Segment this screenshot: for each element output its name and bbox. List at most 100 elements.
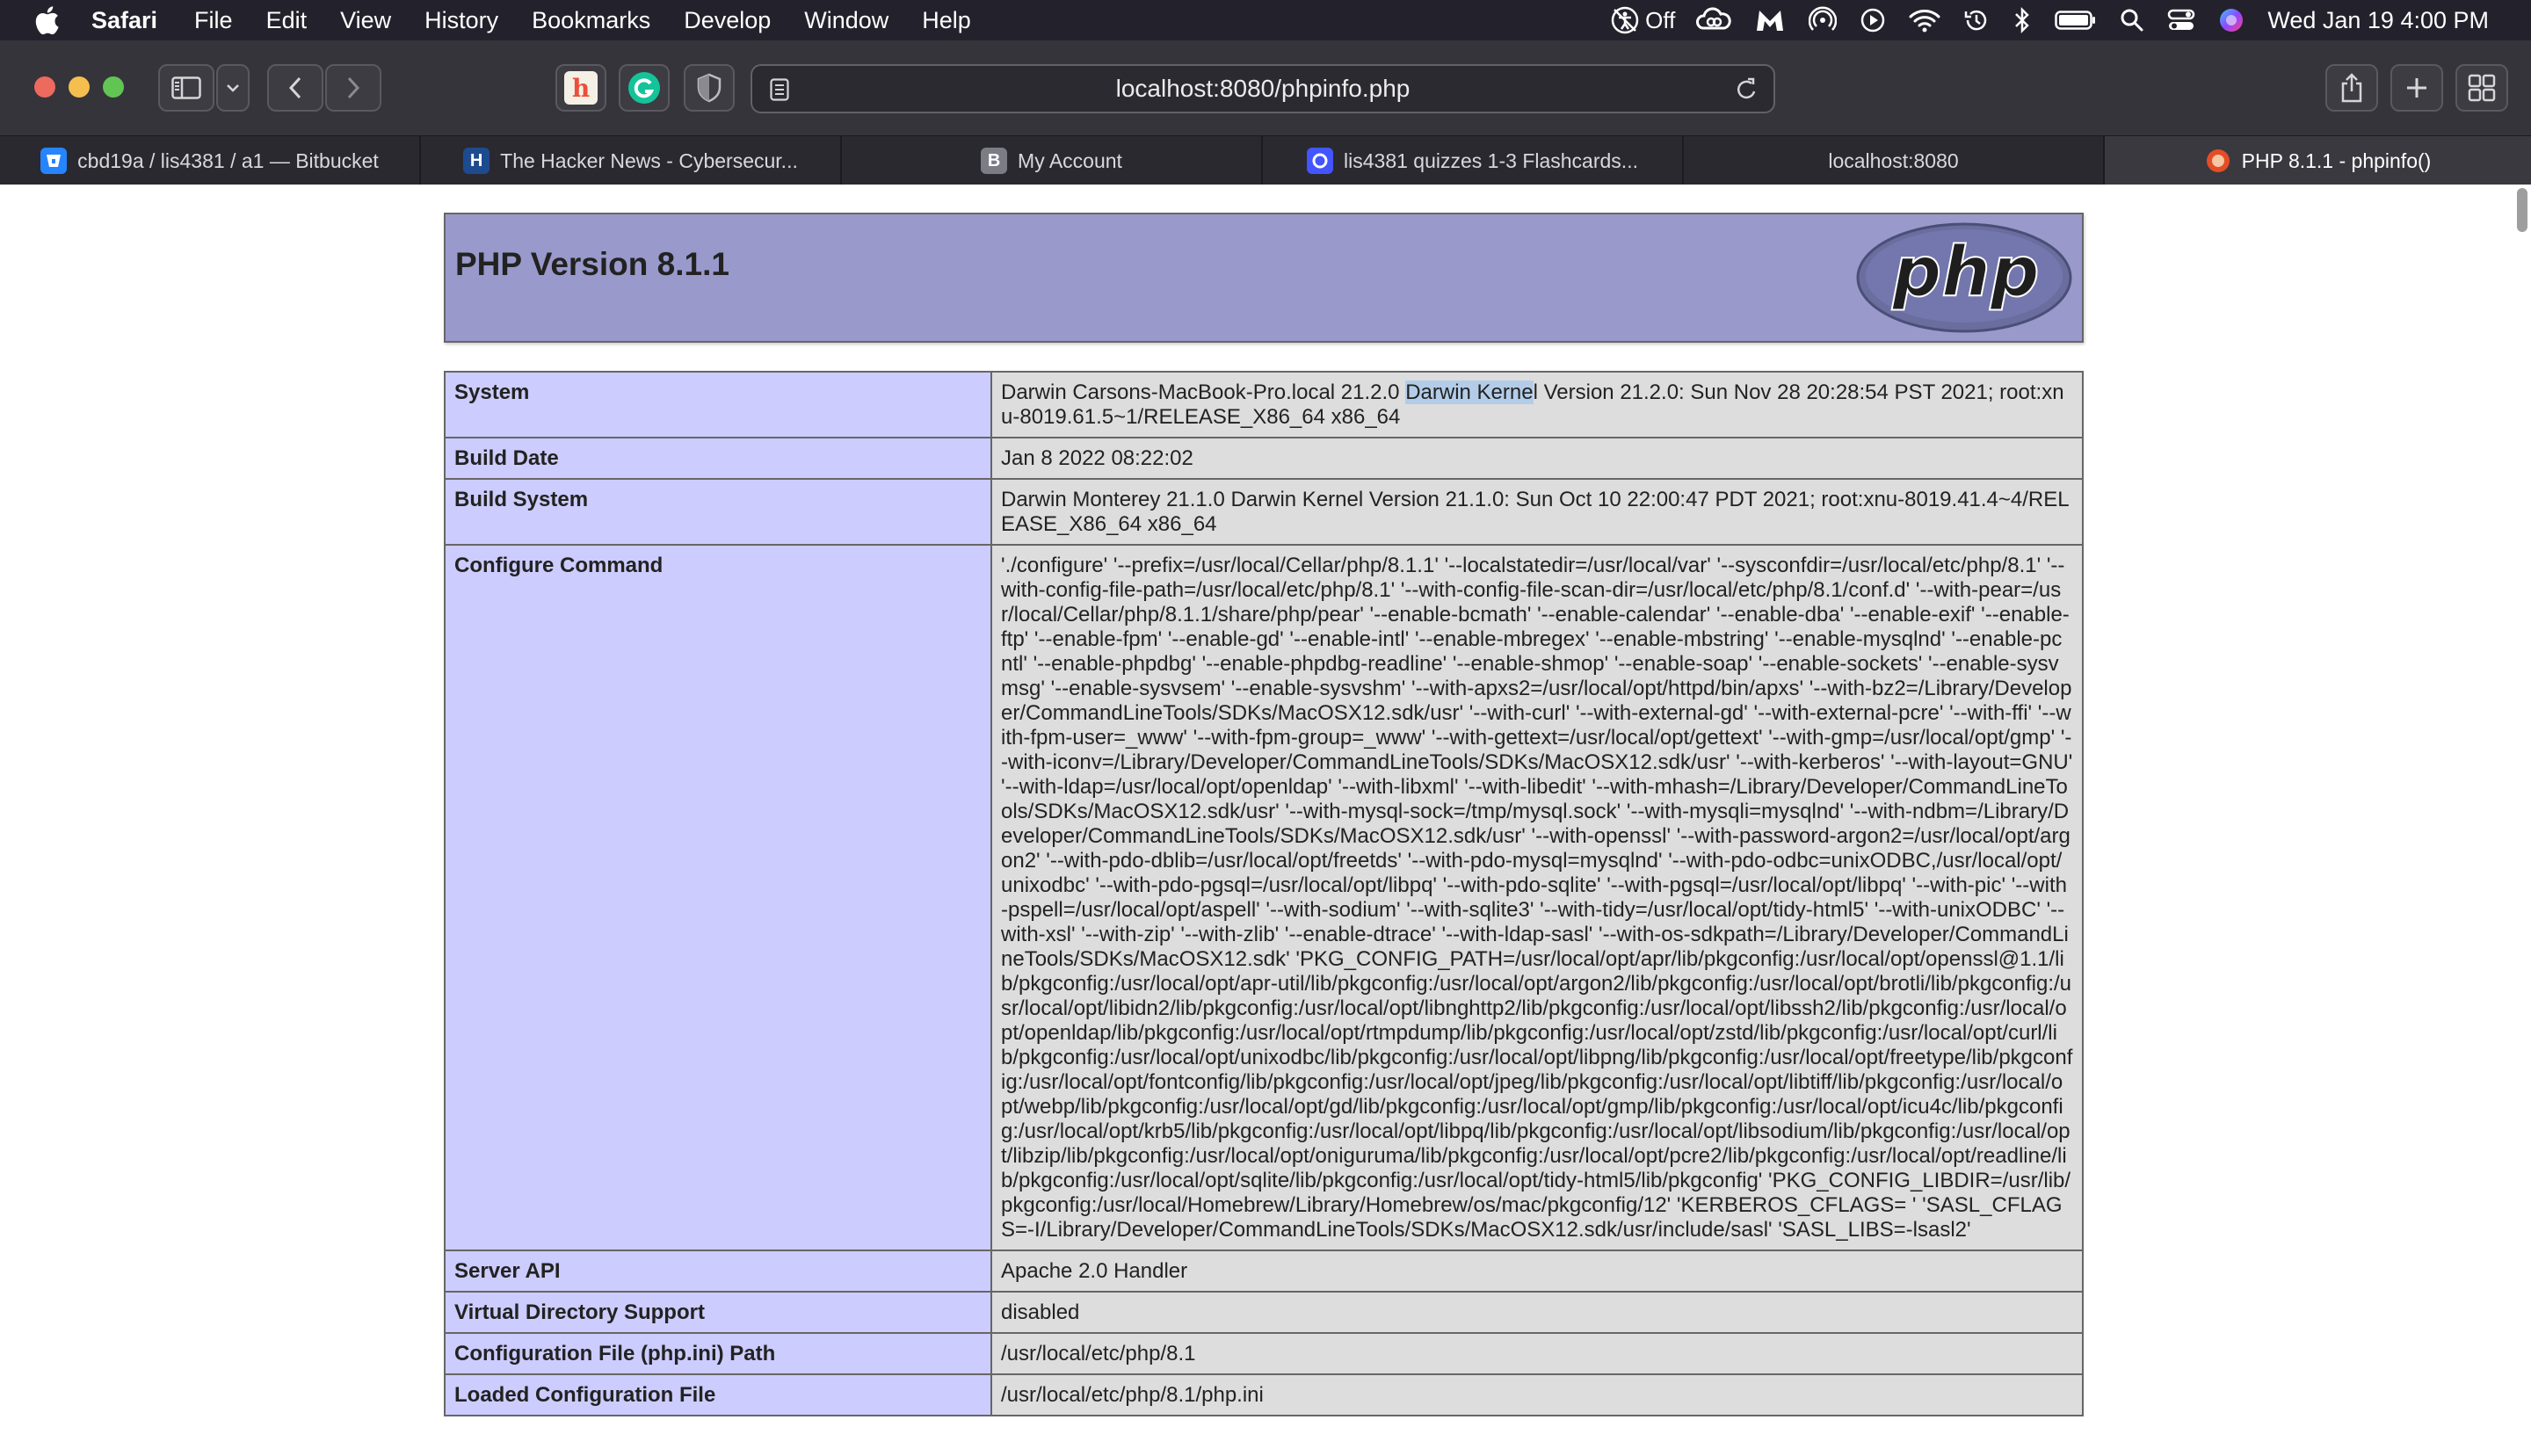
tab-quizlet[interactable]: lis4381 quizzes 1-3 Flashcards...: [1263, 136, 1684, 185]
row-value: Apache 2.0 Handler: [990, 1250, 2084, 1293]
tab-overview-button[interactable]: [2455, 64, 2508, 112]
svg-text:h: h: [572, 74, 590, 103]
menu-edit[interactable]: Edit: [266, 7, 308, 34]
menu-file[interactable]: File: [194, 7, 233, 34]
creative-cloud-icon[interactable]: [1696, 7, 1732, 33]
macos-menu-bar: Safari File Edit View History Bookmarks …: [0, 0, 2531, 40]
safari-toolbar: h localhost:8080/phpinfo.php: [0, 40, 2531, 135]
row-value: Darwin Carsons-MacBook-Pro.local 21.2.0 …: [990, 371, 2084, 438]
table-row: Virtual Directory Support disabled: [444, 1291, 2084, 1334]
siri-icon[interactable]: [2218, 7, 2245, 33]
tab-label: The Hacker News - Cybersecur...: [500, 148, 798, 172]
table-row: Configure Command './configure' '--prefi…: [444, 544, 2084, 1251]
table-row: Server API Apache 2.0 Handler: [444, 1250, 2084, 1293]
vertical-scrollbar[interactable]: [2517, 188, 2527, 232]
chevron-down-icon: [227, 84, 239, 92]
now-playing-icon[interactable]: [1860, 7, 1886, 33]
tab-label: localhost:8080: [1828, 148, 1959, 172]
row-value: Darwin Monterey 21.1.0 Darwin Kernel Ver…: [990, 478, 2084, 546]
control-center-icon[interactable]: [2167, 7, 2195, 33]
table-row: Loaded Configuration File /usr/local/etc…: [444, 1373, 2084, 1416]
minimize-window-button[interactable]: [69, 76, 90, 98]
honey-extension-button[interactable]: h: [555, 64, 606, 112]
share-button[interactable]: [2325, 64, 2378, 112]
web-page-viewport[interactable]: PHP Version 8.1.1 php System Darwin Cars…: [0, 185, 2531, 1456]
table-row: Build Date Jan 8 2022 08:22:02: [444, 437, 2084, 480]
row-value: disabled: [990, 1291, 2084, 1334]
chevron-right-icon: [347, 76, 360, 99]
menu-develop[interactable]: Develop: [684, 7, 771, 34]
row-value: /usr/local/etc/php/8.1/php.ini: [990, 1373, 2084, 1416]
forward-button[interactable]: [325, 64, 381, 112]
row-key: System: [444, 371, 992, 438]
sidebar-menu-button[interactable]: [216, 64, 250, 112]
tab-label: cbd19a / lis4381 / a1 — Bitbucket: [77, 148, 379, 172]
tab-phpinfo-active[interactable]: PHP 8.1.1 - phpinfo(): [2105, 136, 2531, 185]
phpinfo-table: System Darwin Carsons-MacBook-Pro.local …: [444, 371, 2084, 1416]
shield-icon: [697, 73, 722, 103]
row-key: Loaded Configuration File: [444, 1373, 992, 1416]
grammarly-extension-button[interactable]: [619, 64, 670, 112]
row-key: Virtual Directory Support: [444, 1291, 992, 1334]
row-value: Jan 8 2022 08:22:02: [990, 437, 2084, 480]
phpinfo-container: PHP Version 8.1.1 php System Darwin Cars…: [444, 213, 2084, 1416]
time-machine-icon[interactable]: [1963, 7, 1990, 33]
chevron-left-icon: [288, 76, 301, 99]
menu-bookmarks[interactable]: Bookmarks: [532, 7, 650, 34]
status-menu-area: Off Wed Jan 19 4:00 PM: [1610, 0, 2531, 40]
menu-history[interactable]: History: [424, 7, 498, 34]
row-key: Configuration File (php.ini) Path: [444, 1332, 992, 1375]
row-value: './configure' '--prefix=/usr/local/Cella…: [990, 544, 2084, 1251]
bluetooth-icon[interactable]: [2012, 6, 2032, 34]
battery-icon[interactable]: [2055, 7, 2097, 33]
menu-app-safari[interactable]: Safari: [91, 7, 157, 34]
row-value: /usr/local/etc/php/8.1: [990, 1332, 2084, 1375]
privacy-report-button[interactable]: [684, 64, 735, 112]
quizlet-icon: [1307, 148, 1334, 174]
wifi-icon[interactable]: [1909, 7, 1940, 33]
text-selection-highlight: Darwin Kerne: [1405, 380, 1534, 404]
apple-logo-icon[interactable]: [33, 5, 60, 35]
menu-window[interactable]: Window: [804, 7, 888, 34]
tab-localhost[interactable]: localhost:8080: [1684, 136, 2105, 185]
grammarly-icon: [628, 72, 660, 104]
back-button[interactable]: [267, 64, 323, 112]
page-menu-icon: [770, 78, 789, 101]
honey-extension-icon: h: [564, 71, 598, 105]
reload-icon: [1737, 77, 1756, 99]
tab-hacker-news[interactable]: H The Hacker News - Cybersecur...: [421, 136, 842, 185]
zoom-window-button[interactable]: [103, 76, 124, 98]
accessibility-off-icon[interactable]: [1610, 6, 1640, 34]
row-key: Server API: [444, 1250, 992, 1293]
address-url-text: localhost:8080/phpinfo.php: [1115, 75, 1411, 102]
tab-label: lis4381 quizzes 1-3 Flashcards...: [1344, 148, 1638, 172]
address-bar[interactable]: localhost:8080/phpinfo.php: [751, 64, 1775, 113]
table-row: System Darwin Carsons-MacBook-Pro.local …: [444, 371, 2084, 438]
menu-bar-clock[interactable]: Wed Jan 19 4:00 PM: [2267, 7, 2489, 34]
close-window-button[interactable]: [34, 76, 55, 98]
table-row: Configuration File (php.ini) Path /usr/l…: [444, 1332, 2084, 1375]
plus-icon: [2407, 78, 2426, 98]
airdrop-icon[interactable]: [1809, 6, 1838, 33]
php-logo-text: php: [1891, 233, 2039, 312]
accessibility-status-text: Off: [1645, 6, 1676, 33]
row-key: Build System: [444, 478, 992, 546]
b-letter-icon: B: [981, 148, 1008, 174]
share-icon: [2341, 73, 2362, 103]
new-tab-button[interactable]: [2390, 64, 2443, 112]
row-key: Build Date: [444, 437, 992, 480]
menu-help[interactable]: Help: [922, 7, 971, 34]
page-title: PHP Version 8.1.1: [455, 246, 729, 282]
tab-label: PHP 8.1.1 - phpinfo(): [2241, 148, 2432, 172]
malwarebytes-icon[interactable]: [1754, 7, 1786, 33]
bitbucket-icon: [40, 148, 68, 174]
sidebar-toggle-button[interactable]: [158, 64, 214, 112]
php-logo-icon[interactable]: php: [1855, 221, 2073, 334]
tab-bitbucket[interactable]: cbd19a / lis4381 / a1 — Bitbucket: [0, 136, 421, 185]
sidebar-icon: [171, 76, 201, 99]
tab-my-account[interactable]: B My Account: [842, 136, 1263, 185]
spotlight-search-icon[interactable]: [2120, 7, 2144, 33]
tab-label: My Account: [1018, 148, 1122, 172]
tab-overview-icon: [2468, 74, 2496, 102]
menu-view[interactable]: View: [340, 7, 391, 34]
